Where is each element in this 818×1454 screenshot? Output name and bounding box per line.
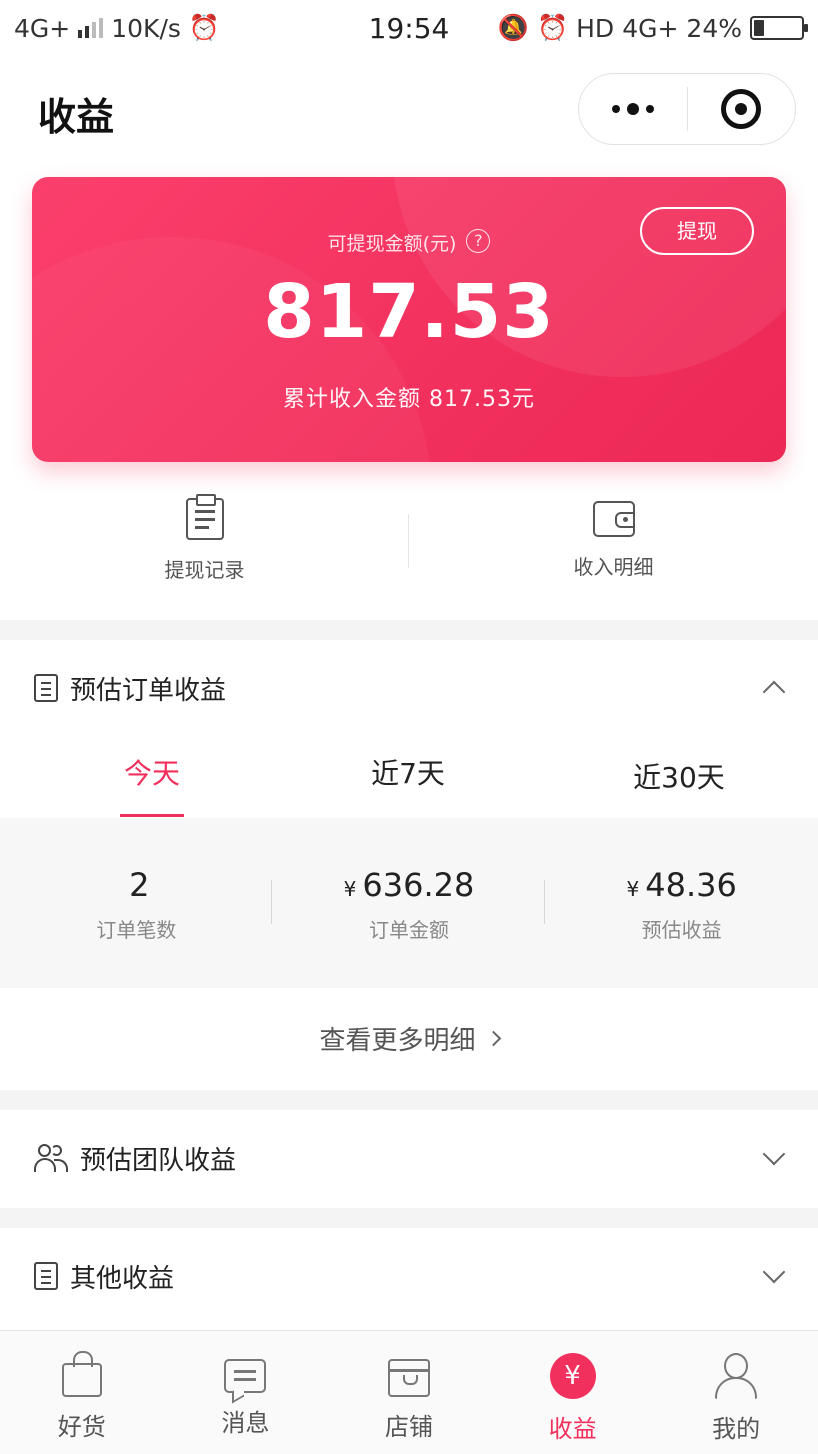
balance-card: 可提现金额(元)? 817.53 累计收入金额 817.53元 提现 (32, 177, 786, 462)
stat-divider (271, 880, 272, 924)
stat-value: 2 (0, 866, 273, 904)
battery-icon (750, 16, 808, 40)
alarm-icon: ⏰ (536, 13, 569, 42)
team-icon (34, 1144, 68, 1172)
tab-messages[interactable]: 消息 (164, 1331, 328, 1454)
message-icon (224, 1359, 267, 1393)
stat-divider (544, 880, 545, 924)
hd-badge: HD (576, 13, 615, 43)
withdrawable-label-text: 可提现金额(元) (327, 233, 457, 255)
currency-symbol: ¥ (343, 877, 357, 901)
signal-icon (78, 18, 104, 38)
status-left: 4G+ 10K/s ⏰ (14, 13, 220, 43)
close-button[interactable] (688, 74, 796, 144)
section-title: 预估团队收益 (80, 1145, 237, 1176)
tab-earnings[interactable]: ¥ 收益 (491, 1331, 655, 1454)
order-earnings-header[interactable]: 预估订单收益 (0, 640, 818, 736)
mute-icon: 🔕 (497, 13, 529, 42)
section-gap (0, 1208, 818, 1228)
status-bar: 4G+ 10K/s ⏰ 19:54 🔕 ⏰ HD 4G+ 24% (0, 0, 818, 56)
tab-label: 好货 (57, 1413, 106, 1441)
tab-7-days[interactable]: 近7天 (358, 752, 458, 792)
more-button[interactable] (579, 74, 687, 144)
order-stats: 2 订单笔数 ¥636.28 订单金额 ¥48.36 预估收益 (0, 818, 818, 988)
currency-symbol: ¥ (626, 877, 640, 901)
stat-value: ¥48.36 (545, 866, 818, 904)
stat-estimated-earnings: ¥48.36 预估收益 (545, 818, 818, 988)
shortcut-divider (408, 514, 409, 568)
view-more-details-link[interactable]: 查看更多明细 (0, 988, 818, 1088)
section-title: 预估订单收益 (70, 675, 227, 706)
network-type-2: 4G+ (622, 13, 679, 43)
target-icon (721, 89, 762, 129)
stat-value: ¥636.28 (273, 866, 546, 904)
stat-label: 预估收益 (641, 918, 722, 942)
chevron-down-icon[interactable] (762, 1260, 786, 1284)
stat-label: 订单金额 (369, 918, 449, 942)
alarm-icon: ⏰ (188, 13, 221, 42)
tab-shop[interactable]: 店铺 (327, 1331, 491, 1454)
miniprogram-capsule (578, 73, 796, 145)
income-detail-shortcut[interactable]: 收入明细 (409, 470, 818, 620)
tab-label: 收益 (548, 1415, 597, 1443)
title-bar: 收益 (0, 56, 818, 164)
network-speed: 10K/s (111, 13, 181, 43)
chevron-down-icon[interactable] (762, 1142, 786, 1166)
shortcut-label: 提现记录 (164, 558, 245, 582)
shop-icon (387, 1359, 430, 1397)
tab-label: 我的 (712, 1415, 761, 1443)
tab-30-days[interactable]: 近30天 (624, 756, 734, 796)
view-more-label: 查看更多明细 (319, 1025, 476, 1056)
tab-label: 消息 (221, 1409, 270, 1437)
section-gap (0, 1090, 818, 1110)
chevron-up-icon[interactable] (762, 680, 786, 704)
period-tabs: 今天 近7天 近30天 (0, 740, 818, 818)
tab-label: 店铺 (384, 1413, 433, 1441)
stat-number: 636.28 (362, 866, 475, 904)
bag-icon (61, 1351, 102, 1397)
battery-percent: 24% (686, 13, 742, 43)
tab-today[interactable]: 今天 (112, 752, 192, 792)
shortcut-label: 收入明细 (573, 555, 654, 579)
withdraw-records-shortcut[interactable]: 提现记录 (0, 470, 409, 620)
yuan-icon: ¥ (549, 1353, 596, 1399)
user-icon (713, 1353, 759, 1399)
team-earnings-header[interactable]: 预估团队收益 (0, 1110, 818, 1206)
status-right: 🔕 ⏰ HD 4G+ 24% (497, 13, 808, 43)
more-dots-icon (611, 103, 654, 115)
network-type: 4G+ (14, 13, 71, 43)
stat-number: 2 (129, 866, 150, 904)
stat-order-amount: ¥636.28 订单金额 (273, 818, 546, 988)
section-gap (0, 620, 818, 640)
tab-mine[interactable]: 我的 (654, 1331, 818, 1454)
list-icon (34, 1262, 58, 1290)
withdraw-button[interactable]: 提现 (640, 207, 754, 255)
stat-label: 订单笔数 (96, 918, 177, 942)
page-title: 收益 (38, 95, 115, 139)
chevron-right-icon (485, 1030, 501, 1046)
other-earnings-header[interactable]: 其他收益 (0, 1228, 818, 1324)
bottom-tab-bar: 好货 消息 店铺 ¥ 收益 我的 (0, 1330, 818, 1454)
shortcuts: 提现记录 收入明细 (0, 470, 818, 620)
list-icon (34, 674, 58, 702)
section-title: 其他收益 (70, 1263, 175, 1294)
stat-order-count: 2 订单笔数 (0, 818, 273, 988)
total-income: 累计收入金额 817.53元 (283, 387, 535, 412)
wallet-icon (592, 501, 635, 537)
stat-number: 48.36 (645, 866, 737, 904)
active-tab-indicator (120, 814, 184, 817)
help-icon[interactable]: ? (466, 229, 491, 253)
withdrawable-amount: 817.53 (263, 269, 555, 355)
tab-goods[interactable]: 好货 (0, 1331, 164, 1454)
clipboard-icon (185, 494, 224, 540)
